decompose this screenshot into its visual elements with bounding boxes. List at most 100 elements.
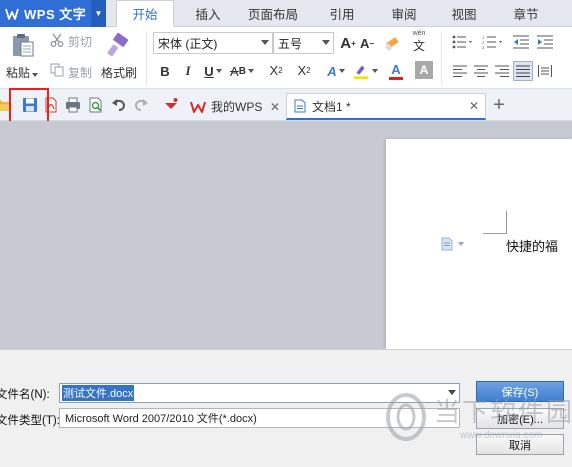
tab-review[interactable]: 审阅 — [378, 0, 430, 27]
close-icon[interactable]: ✕ — [469, 99, 479, 113]
paste-label-wrap[interactable]: 粘贴 — [6, 64, 39, 81]
font-color-button[interactable]: A — [383, 60, 409, 82]
grow-font-label: A — [340, 34, 352, 52]
paragraph-icon — [441, 237, 453, 251]
save-dialog: 文件名(N): 测试文件.docx 文件类型(T): Microsoft Wor… — [0, 349, 572, 467]
customize-icon[interactable] — [162, 96, 180, 114]
printer-icon — [66, 97, 80, 113]
phonetic-guide-button[interactable]: wén 文 — [409, 30, 429, 54]
app-menu-dropdown-icon[interactable]: ▼ — [91, 0, 106, 27]
tab-label: 章节 — [513, 8, 539, 22]
print-icon[interactable] — [64, 96, 82, 114]
document-text[interactable]: 快捷的福 — [506, 236, 558, 255]
shrink-font-button[interactable]: A − — [359, 34, 375, 52]
cut-button[interactable]: 剪切 — [68, 33, 92, 50]
underline-label: U — [204, 63, 214, 79]
plus-icon: + — [351, 38, 356, 48]
highlight-button[interactable] — [352, 60, 378, 82]
tab-view[interactable]: 视图 — [438, 0, 490, 27]
tab-label: 页面布局 — [247, 8, 298, 22]
undo-icon[interactable] — [110, 96, 128, 114]
document-icon — [294, 99, 306, 113]
paste-label: 粘贴 — [6, 66, 31, 80]
ribbon-divider — [441, 31, 442, 85]
copy-icon[interactable] — [50, 63, 64, 77]
decrease-indent-button[interactable] — [512, 34, 530, 50]
strikethrough-button[interactable]: AB — [228, 62, 256, 80]
paste-dropdown-icon — [32, 73, 39, 77]
numbered-list-icon: 123 — [482, 35, 502, 49]
chevron-down-icon — [372, 69, 378, 73]
phonetic-char: 文 — [412, 39, 425, 53]
subscript-button[interactable]: X2 — [294, 61, 314, 79]
align-left-icon — [453, 65, 467, 77]
increase-indent-button[interactable] — [536, 34, 554, 50]
cancel-button[interactable]: 取消 — [476, 434, 564, 455]
chevron-down-icon — [247, 69, 254, 73]
superscript-button[interactable]: X2 — [266, 61, 286, 79]
align-center-button[interactable] — [473, 63, 489, 79]
tab-insert[interactable]: 插入 — [180, 0, 236, 27]
bullets-button[interactable] — [450, 34, 476, 50]
chevron-down-icon — [261, 40, 269, 45]
bold-button[interactable]: B — [157, 62, 173, 80]
tab-page-layout[interactable]: 页面布局 — [240, 0, 306, 27]
align-right-icon — [495, 65, 509, 77]
bullet-list-icon — [452, 35, 472, 49]
text-effect-button[interactable]: A — [323, 62, 349, 80]
font-name-select[interactable]: 宋体 (正文) — [153, 32, 273, 54]
tab-label: 插入 — [195, 8, 221, 22]
copy-button[interactable]: 复制 — [68, 64, 92, 81]
paragraph-options-icon[interactable] — [441, 237, 464, 251]
paste-button[interactable] — [8, 31, 38, 59]
encrypt-button[interactable]: 加密(E)... — [476, 408, 564, 429]
close-icon[interactable]: ✕ — [270, 100, 280, 114]
clear-format-button[interactable] — [384, 34, 400, 52]
tab-label: 审阅 — [391, 8, 417, 22]
chevron-down-icon — [215, 69, 222, 73]
text-effect-label: A — [327, 63, 337, 79]
redo-icon[interactable] — [132, 96, 150, 114]
font-name-value: 宋体 (正文) — [158, 36, 218, 51]
tab-label: 视图 — [451, 8, 477, 22]
filename-input[interactable]: 测试文件.docx — [59, 383, 460, 403]
eraser-icon — [384, 37, 399, 51]
justify-icon — [516, 65, 530, 77]
shrink-font-label: A — [359, 35, 370, 51]
char-shading-button[interactable]: A — [415, 61, 433, 79]
align-left-button[interactable] — [452, 63, 468, 79]
format-painter-label[interactable]: 格式刷 — [101, 64, 137, 81]
superscript-label: X — [269, 62, 279, 78]
filename-label: 文件名(N): — [0, 389, 50, 401]
phonetic-label: wén — [412, 30, 426, 37]
app-name: WPS 文字 — [24, 7, 87, 22]
tab-references[interactable]: 引用 — [316, 0, 368, 27]
underline-button[interactable]: U — [203, 62, 223, 80]
customize-dropdown-icon — [165, 98, 178, 109]
chevron-down-icon[interactable] — [448, 390, 456, 395]
numbering-button[interactable]: 123 — [480, 34, 506, 50]
tab-home[interactable]: 开始 — [116, 0, 174, 27]
align-right-button[interactable] — [494, 63, 510, 79]
margin-corner-mark — [483, 211, 507, 234]
subscript-label: X — [297, 62, 307, 78]
distribute-icon — [538, 65, 552, 77]
document-page[interactable]: 快捷的福 — [386, 139, 572, 349]
format-painter-button[interactable] — [104, 31, 132, 59]
tab-sections[interactable]: 章节 — [500, 0, 552, 27]
grow-font-button[interactable]: A + — [340, 34, 356, 52]
doc-tab-document1[interactable]: 文档1 * ✕ — [286, 93, 486, 120]
italic-button[interactable]: I — [180, 62, 196, 80]
save-button[interactable]: 保存(S) — [476, 381, 564, 402]
font-size-select[interactable]: 五号 — [273, 32, 334, 54]
distributed-button[interactable] — [537, 63, 553, 79]
justify-button[interactable] — [513, 61, 533, 81]
font-color-label: A — [391, 61, 401, 77]
scissors-icon[interactable] — [50, 33, 64, 47]
filetype-select[interactable]: Microsoft Word 2007/2010 文件(*.docx) — [59, 408, 460, 428]
print-preview-icon[interactable] — [87, 96, 105, 114]
align-center-icon — [474, 65, 488, 77]
scissors-icon-svg — [50, 33, 64, 47]
doc-tab-my-wps[interactable]: 我的WPS ✕ — [184, 93, 286, 120]
new-tab-icon[interactable]: + — [489, 94, 509, 116]
